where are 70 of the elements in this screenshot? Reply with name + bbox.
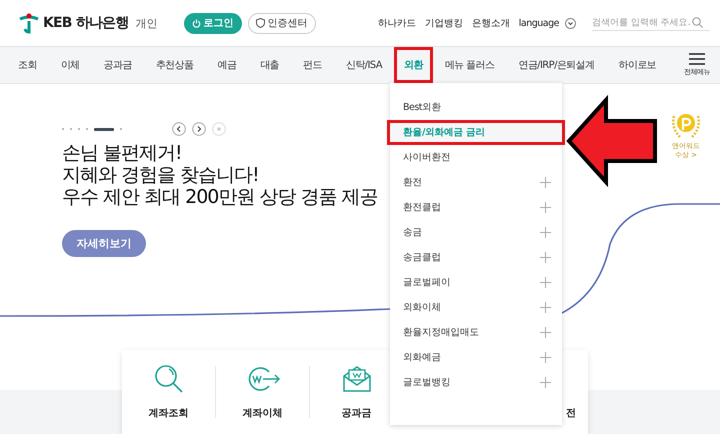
dropdown-menu-item[interactable]: 외화예금 xyxy=(387,345,565,370)
dropdown-menu-item[interactable]: 환전 xyxy=(387,170,565,195)
menu-item-label[interactable]: 환전클럽 xyxy=(403,200,441,214)
quick-menu-label[interactable]: 전 xyxy=(566,406,576,420)
dropdown-menu-item[interactable]: 송금 xyxy=(387,220,565,245)
next-icon[interactable] xyxy=(192,122,206,136)
nav-tab[interactable]: 펀드 xyxy=(291,49,334,81)
plus-icon[interactable] xyxy=(540,327,551,338)
plus-icon[interactable] xyxy=(540,227,551,238)
dropdown-menu-item[interactable]: 글로벌뱅킹 xyxy=(387,370,565,395)
nav-tab[interactable]: 하이로보 xyxy=(606,49,668,81)
certificate-center-button[interactable]: 인증센터 xyxy=(248,12,316,34)
segment-label: 개인 xyxy=(136,16,158,30)
nav-tab[interactable]: 조회 xyxy=(6,49,49,81)
dropdown-menu-item[interactable]: 환전클럽 xyxy=(387,195,565,220)
menu-item-label[interactable]: 글로벌페이 xyxy=(403,276,450,290)
stop-icon[interactable] xyxy=(212,122,226,136)
nav-tab[interactable]: 연금/IRP/은퇴설계 xyxy=(506,49,606,81)
magnifier-icon[interactable] xyxy=(154,364,184,394)
header-link[interactable]: 기업뱅킹 xyxy=(424,16,463,30)
nav-tab[interactable]: 이체 xyxy=(48,49,92,81)
menu-item-label[interactable]: 환율지정매입매도 xyxy=(403,326,479,340)
hero-headline: 손님 불편제거! xyxy=(62,142,182,164)
hero-headline: 지혜와 경험을 찾습니다! xyxy=(62,164,259,186)
search-icon[interactable] xyxy=(692,17,703,28)
plus-icon[interactable] xyxy=(540,277,551,288)
slide-indicator[interactable] xyxy=(94,128,114,130)
nav-tab[interactable]: 신탁/ISA xyxy=(334,49,394,81)
dropdown-menu-item[interactable]: 글로벌페이 xyxy=(387,270,565,295)
nav-tab[interactable]: 추천상품 xyxy=(144,49,206,81)
plus-icon[interactable] xyxy=(540,377,551,388)
dropdown-menu-item[interactable]: 외화이체 xyxy=(387,295,565,320)
dropdown-menu-item[interactable]: Best외환 xyxy=(387,95,565,120)
menu-item-label[interactable]: 송금 xyxy=(403,226,422,240)
menu-item-label[interactable]: 환전 xyxy=(403,176,422,190)
hero-headline: 우수 제안 최대 200만원 상당 경품 제공 xyxy=(62,186,378,208)
plus-icon[interactable] xyxy=(540,202,551,213)
search-field[interactable]: 검색어를 입력해 주세요. xyxy=(592,15,710,31)
header-link[interactable]: 하나카드 xyxy=(378,16,416,30)
header-link[interactable]: language xyxy=(518,18,559,28)
dropdown-menu-item[interactable]: 환율지정매입매도 xyxy=(387,320,565,345)
plus-icon[interactable] xyxy=(540,352,551,363)
menu-icon[interactable] xyxy=(689,53,705,65)
plus-icon[interactable] xyxy=(540,252,551,263)
previous-icon[interactable] xyxy=(172,122,186,136)
shield-icon xyxy=(256,18,265,28)
nav-tab[interactable]: 공과금 xyxy=(92,49,144,81)
menu-item-label[interactable]: 외화이체 xyxy=(403,300,441,314)
plus-icon[interactable] xyxy=(540,302,551,313)
logo-icon xyxy=(18,12,40,34)
bank-logo[interactable]: KEB 하나은행 xyxy=(43,14,129,32)
nav-tab[interactable]: 예금 xyxy=(205,49,248,81)
power-icon xyxy=(192,18,201,28)
dropdown-menu-item[interactable]: 송금클럽 xyxy=(387,245,565,270)
quick-menu-label[interactable]: 공과금 xyxy=(342,406,372,420)
envelope-icon[interactable] xyxy=(342,364,372,394)
menu-item-label[interactable]: 송금클럽 xyxy=(403,250,441,264)
menu-item-label[interactable]: Best외환 xyxy=(403,100,442,114)
nav-tab[interactable]: 대출 xyxy=(248,49,292,81)
quick-menu-label[interactable]: 계좌조회 xyxy=(148,406,188,420)
arrow-pointer-icon xyxy=(566,95,658,187)
menu-item-label[interactable]: 글로벌뱅킹 xyxy=(403,376,450,390)
plus-icon[interactable] xyxy=(540,177,551,188)
menu-item-label[interactable]: 외화예금 xyxy=(403,350,441,364)
nav-tab[interactable]: 메뉴 플러스 xyxy=(432,49,506,81)
quick-menu-label[interactable]: 계좌이체 xyxy=(242,406,282,420)
header-link[interactable]: 은행소개 xyxy=(472,16,510,30)
dropdown-menu-item[interactable]: 사이버환전 xyxy=(387,145,565,170)
menu-item-label[interactable]: 사이버환전 xyxy=(403,150,450,164)
chevron-down-icon[interactable] xyxy=(565,18,576,28)
